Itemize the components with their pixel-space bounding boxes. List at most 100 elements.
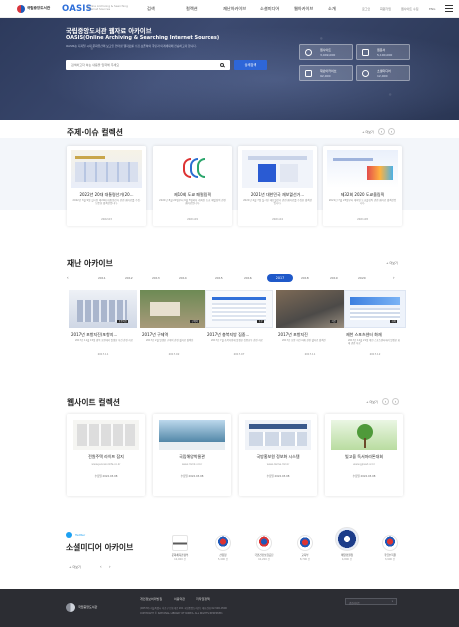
stat-label: 재난아카이브 — [320, 69, 337, 73]
social-account[interactable]: 해양경찰청 4,800 건 — [326, 527, 368, 561]
forest-service-logo-icon — [215, 535, 231, 551]
search-box — [66, 60, 230, 70]
disaster-more-link[interactable]: + 더보기 — [386, 261, 398, 265]
org-name[interactable]: 국립중앙도서관 — [27, 6, 50, 11]
signup-link[interactable]: 회원가입 — [380, 7, 391, 11]
stat-social[interactable]: 소셜미디어 12,000 — [356, 65, 410, 81]
stat-value: 5,100,000 — [377, 53, 393, 57]
nav-search[interactable]: 검색 — [147, 6, 155, 12]
card-thumbnail — [331, 420, 397, 450]
card-description: 2017년 7월 충북지방에 발생한 집중호우 관련 자료 — [211, 339, 263, 342]
hamburger-menu-icon[interactable] — [445, 5, 453, 12]
hero-description: OASIS는 디지털 시대 문화유산의 보고인 인터넷 웹자료를 수집·보존하여… — [66, 44, 197, 48]
website-title: 전원주택 라이프 잡지 — [88, 454, 124, 459]
card-description: 2017년 포항 지진 피해 관련 웹자료 컬렉션 — [282, 339, 326, 342]
card-thumbnail — [157, 150, 228, 188]
disaster-card[interactable]: 구제역 2017년 구제역 2017년 2월 발생한 구제역 관련 웹자료 컬렉… — [140, 290, 208, 374]
search-input[interactable] — [71, 62, 211, 67]
website-title: 빛고을 독서마라톤대회 — [344, 454, 384, 459]
year-tab[interactable]: 2016 — [244, 276, 252, 280]
terms-link[interactable]: 이용약관 — [174, 597, 185, 601]
login-link[interactable]: 로그인 — [362, 7, 370, 11]
theme-card[interactable]: 제32회 2020 도쿄올림픽 2021년 7월 23일부터 개최된 도쿄올림픽… — [323, 146, 402, 226]
stat-disaster[interactable]: 재난아카이브 92,000 — [299, 65, 353, 81]
card-title: 2017년 구제역 — [142, 332, 169, 337]
nav-web-archive[interactable]: 웹아카이브 — [294, 6, 313, 12]
card-thumbnail — [245, 420, 311, 450]
disaster-card[interactable]: 지진 2017년 포항지진 2017년 포항 지진 피해 관련 웹자료 컬렉션 … — [276, 290, 344, 374]
web-more-link[interactable]: + 더보기 — [366, 400, 378, 404]
detail-search-button[interactable]: 상세검색 — [234, 60, 267, 70]
card-title: 2017년 충북지방 집중... — [207, 332, 250, 337]
website-url: www.dema.mil.kr — [266, 463, 290, 466]
language-link[interactable]: ENG — [429, 7, 435, 11]
social-account[interactable]: 교육부 8,700 건 — [285, 535, 325, 561]
prev-arrow-icon[interactable]: ‹ — [382, 398, 389, 405]
nav-about[interactable]: 소개 — [328, 6, 336, 12]
stat-label: 웹문서 — [377, 48, 386, 52]
next-arrow-icon[interactable]: › — [388, 128, 395, 135]
library-emblem-icon[interactable] — [17, 5, 25, 13]
social-account-count: 3,900 건 — [384, 558, 396, 561]
website-card[interactable]: 국방홍보원 정보화 시스템 www.dema.mil.kr 수집일 2022.0… — [239, 414, 317, 496]
social-next-icon[interactable]: › — [109, 564, 111, 569]
disaster-card[interactable]: 호우 2017년 충북지방 집중... 2017년 7월 충북지방에 발생한 집… — [205, 290, 273, 374]
year-tab[interactable]: 2011 — [98, 276, 106, 280]
card-date: 2017.07 — [233, 353, 245, 356]
chevron-down-icon: ▾ — [391, 600, 393, 603]
website-card[interactable]: 국립해양박물관 www.mmk.or.kr 수집일 2022.03.08 — [153, 414, 231, 496]
year-tab[interactable]: 2020 — [358, 276, 366, 280]
theme-card[interactable]: 2021년 대한민국 재보궐선거... 2021년 4월 7일 실시된 재보궐선… — [238, 146, 317, 226]
card-tag: 구제역 — [190, 320, 200, 324]
stat-websites[interactable]: 웹사이트 3,049,000 — [299, 44, 353, 60]
card-tag: 지진 — [330, 320, 338, 324]
card-title: 2021년 대한민국 재보궐선거... — [250, 192, 305, 197]
nav-social-media[interactable]: 소셜미디어 — [260, 6, 279, 12]
card-description: 2021년 8월 24일부터 9월 5일까지 개최된 도쿄 패럴림픽 관련 웹자… — [159, 199, 226, 206]
year-next-icon[interactable]: › — [393, 275, 395, 280]
privacy-policy-link[interactable]: 개인정보처리방침 — [140, 597, 162, 601]
website-card[interactable]: 전원주택 라이프 잡지 www.jeonwonlife.co.kr 수집일 20… — [67, 414, 145, 496]
stat-webdocs[interactable]: 웹문서 5,100,000 — [356, 44, 410, 60]
globe-icon — [305, 48, 312, 56]
theme-card[interactable]: 제10회 도쿄 패럴림픽 2021년 8월 24일부터 9월 5일까지 개최된 … — [153, 146, 232, 226]
year-tab[interactable]: 2018 — [301, 276, 309, 280]
year-tab[interactable]: 2013 — [152, 276, 160, 280]
website-title: 국립해양박물관 — [179, 454, 205, 459]
disaster-card[interactable]: 화재 제천 스포츠센터 화재 2017년 12월 21일 제천 스포츠센터에서 … — [344, 290, 406, 374]
card-thumbnail — [159, 420, 225, 450]
card-date: 2021.09 — [187, 218, 198, 221]
search-icon[interactable] — [219, 62, 224, 67]
card-description: 2021년 4월 7일 실시된 재보궐선거 관련 웹자료를 수집한 컬렉션입니다… — [243, 199, 312, 206]
card-description: 2017년 11월 15일 경북 포항에서 발생한 지진 관련 자료 — [75, 339, 133, 342]
social-more-link[interactable]: + 더보기 — [69, 565, 81, 569]
social-account[interactable]: 문화체육관광부 12,000 건 — [160, 535, 200, 561]
website-card[interactable]: 빛고을 독서마라톤대회 www.gjread.or.kr 수집일 2022.03… — [325, 414, 403, 496]
year-prev-icon[interactable]: ‹ — [67, 275, 69, 280]
nav-disaster-archive[interactable]: 재난아카이브 — [223, 6, 246, 12]
year-tab[interactable]: 2019 — [330, 276, 338, 280]
social-account[interactable]: 국민건강보험공단 10,200 건 — [244, 535, 284, 561]
year-tab[interactable]: 2012 — [125, 276, 133, 280]
theme-card[interactable]: 2022년 20대 대통령선거(20... 2022년 3월 9일 실시된 제2… — [67, 146, 146, 226]
year-tab[interactable]: 2014 — [179, 276, 187, 280]
nav-collection[interactable]: 컬렉션 — [186, 6, 198, 12]
prev-arrow-icon[interactable]: ‹ — [378, 128, 385, 135]
year-tab-active[interactable]: 2017 — [267, 274, 293, 282]
social-prev-icon[interactable]: ‹ — [100, 564, 102, 569]
copyright-policy-link[interactable]: 저작권정책 — [196, 597, 210, 601]
disaster-section-title: 재난 아카이브 — [67, 259, 113, 268]
year-tab[interactable]: 2015 — [215, 276, 223, 280]
social-account[interactable]: 국립수목원 3,900 건 — [370, 535, 410, 561]
social-account[interactable]: 산림청 5,400 건 — [203, 535, 243, 561]
theme-more-link[interactable]: + 더보기 — [362, 130, 374, 134]
stat-label: 웹사이트 — [320, 48, 332, 52]
website-url: www.jeonwonlife.co.kr — [91, 463, 121, 466]
card-title: 2022년 20대 대통령선거(20... — [79, 192, 134, 197]
social-account-count: 10,200 건 — [258, 558, 270, 561]
disaster-card[interactable]: 포항지진 2017년 포항지진(포항지... 2017년 11월 15일 경북 … — [69, 290, 137, 374]
family-site-select[interactable]: 관련사이트 ▾ — [345, 598, 397, 605]
next-arrow-icon[interactable]: › — [392, 398, 399, 405]
site-submit-link[interactable]: 웹사이트 수집 — [401, 7, 419, 11]
card-date: 2022.03 — [101, 218, 112, 221]
